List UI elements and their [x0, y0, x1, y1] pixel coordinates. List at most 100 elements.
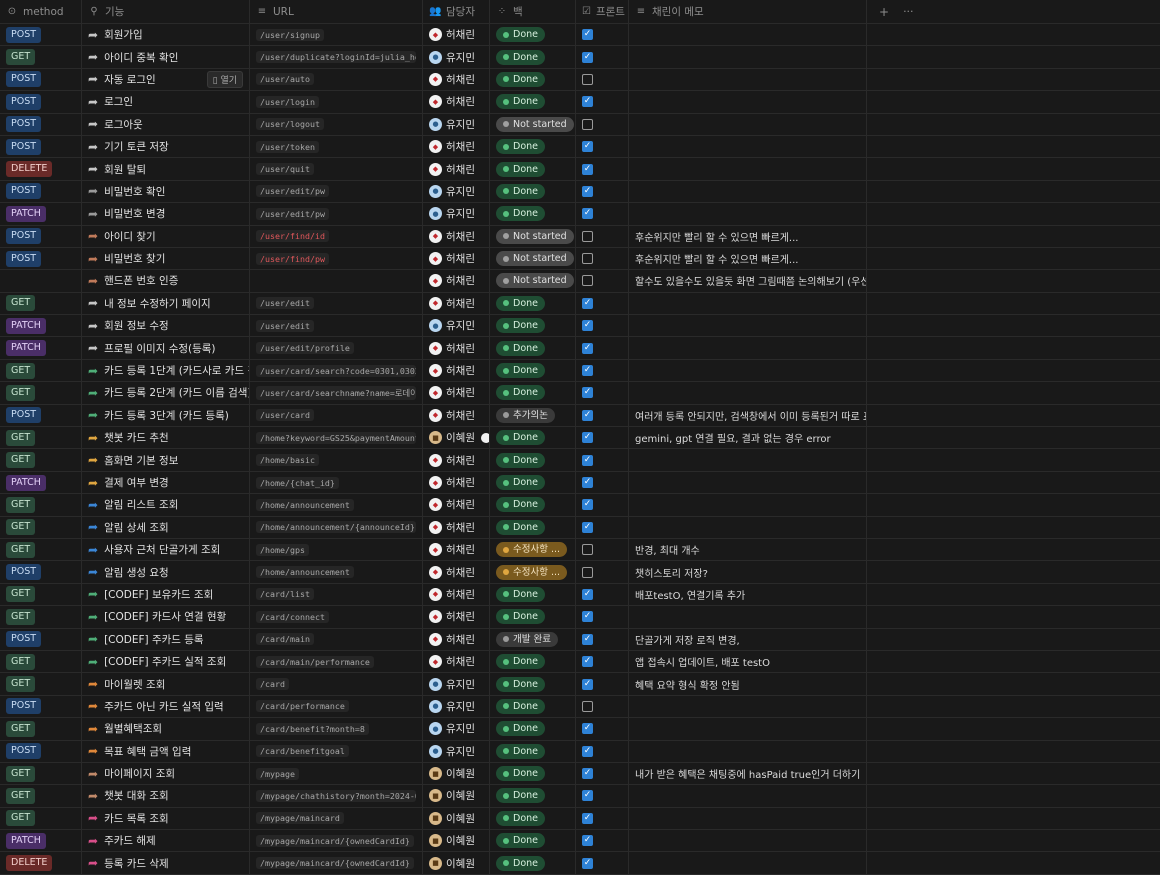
func-cell[interactable]: ➦ 핸드폰 번호 인증 [82, 270, 250, 292]
memo-cell[interactable] [629, 516, 867, 538]
memo-cell[interactable]: gemini, gpt 연결 필요, 결과 없는 경우 error [629, 427, 867, 449]
table-row[interactable]: ➦ 핸드폰 번호 인증 ◆ 허채린 Not started 할수도 있을수도 있… [0, 270, 1160, 293]
front-checkbox[interactable]: ✓ [582, 51, 593, 63]
owner-cell[interactable]: ◆ 허채린 [423, 24, 490, 46]
url-cell[interactable]: /user/auto [250, 68, 423, 91]
method-cell[interactable]: POST [0, 628, 82, 650]
func-cell[interactable]: ➦ 비밀번호 찾기 [82, 247, 250, 270]
table-row[interactable]: POST ➦ 로그아웃 /user/logout ● 유지민 Not start… [0, 113, 1160, 136]
func-cell[interactable]: ➦ 챗봇 대화 조회 [82, 785, 250, 807]
owner-cell[interactable]: ◆ 허채린 [423, 404, 490, 427]
front-checkbox[interactable] [582, 544, 593, 556]
owner-cell[interactable]: ◆ 허채린 [423, 628, 490, 650]
method-cell[interactable]: GET [0, 382, 82, 404]
status-cell[interactable]: Done [490, 673, 576, 695]
table-row[interactable]: POST ➦ 아이디 찾기 /user/find/id ◆ 허채린 Not st… [0, 225, 1160, 248]
owner-cell[interactable]: ◆ 허채린 [423, 606, 490, 628]
url-cell[interactable]: /user/edit [250, 292, 423, 315]
owner-cell[interactable]: ◆ 허채린 [423, 561, 490, 583]
func-cell[interactable]: ➦ 비밀번호 변경 [82, 203, 250, 225]
func-cell[interactable]: ➦ 아이디 중복 확인 [82, 46, 250, 68]
url-cell[interactable]: /user/card/searchname?name=로데이&code [250, 382, 423, 404]
func-cell[interactable]: ➦ 알림 생성 요청 [82, 561, 250, 583]
owner-cell[interactable]: ● 유지민 [423, 673, 490, 695]
table-row[interactable]: GET ➦ 카드 등록 2단계 (카드 이름 검색) /user/card/se… [0, 382, 1160, 405]
front-checkbox[interactable] [582, 253, 593, 265]
owner-cell[interactable]: ● 유지민 [423, 113, 490, 135]
status-cell[interactable]: Done [490, 46, 576, 68]
front-checkbox[interactable] [582, 275, 593, 287]
url-cell[interactable]: /mypage/maincard/{ownedCardId} [250, 830, 423, 852]
func-cell[interactable]: ➦ 로그아웃 [82, 113, 250, 135]
method-cell[interactable]: GET [0, 673, 82, 695]
table-row[interactable]: GET ➦ 카드 등록 1단계 (카드사로 카드 검색) /user/card/… [0, 359, 1160, 383]
owner-cell[interactable]: ◆ 허채린 [423, 225, 490, 247]
method-cell[interactable]: GET [0, 516, 82, 538]
memo-cell[interactable]: 후순위지만 빨리 할 수 있으면 빠르게... [629, 247, 867, 270]
func-cell[interactable]: ➦ 프로필 이미지 수정(등록) [82, 337, 250, 359]
owner-cell[interactable]: ◆ 허채린 [423, 292, 490, 315]
method-cell[interactable]: POST [0, 24, 82, 46]
front-checkbox[interactable]: ✓ [582, 342, 593, 354]
status-cell[interactable]: Done [490, 718, 576, 740]
memo-cell[interactable] [629, 113, 867, 135]
url-cell[interactable]: /user/token [250, 135, 423, 158]
memo-cell[interactable] [629, 24, 867, 46]
method-cell[interactable]: POST [0, 404, 82, 427]
table-row[interactable]: POST ➦ 카드 등록 3단계 (카드 등록) /user/card ◆ 허채… [0, 404, 1160, 428]
url-cell[interactable]: /card/benefit?month=8 [250, 718, 423, 740]
memo-cell[interactable]: 후순위지만 빨리 할 수 있으면 빠르게... [629, 225, 867, 247]
memo-cell[interactable] [629, 718, 867, 740]
front-checkbox[interactable]: ✓ [582, 745, 593, 757]
memo-cell[interactable]: 단골가게 저장 로직 변경, [629, 628, 867, 650]
status-cell[interactable]: Done [490, 24, 576, 46]
table-row[interactable]: GET ➦ 챗봇 카드 추천 /home?keyword=GS25&paymen… [0, 427, 1160, 450]
front-checkbox[interactable]: ✓ [582, 857, 593, 869]
column-header-memo[interactable]: ≡ 채린이 메모 [629, 0, 867, 23]
func-cell[interactable]: ➦ 알림 상세 조회 [82, 516, 250, 538]
table-row[interactable]: DELETE ➦ 등록 카드 삭제 /mypage/maincard/{owne… [0, 852, 1160, 875]
status-cell[interactable]: Done [490, 852, 576, 874]
method-cell[interactable]: POST [0, 135, 82, 158]
method-cell[interactable]: DELETE [0, 158, 82, 180]
func-cell[interactable]: ➦ 등록 카드 삭제 [82, 852, 250, 874]
method-cell[interactable]: GET [0, 718, 82, 740]
memo-cell[interactable] [629, 315, 867, 337]
url-cell[interactable]: /card/list [250, 583, 423, 606]
status-cell[interactable]: Done [490, 516, 576, 538]
front-checkbox[interactable]: ✓ [582, 29, 593, 41]
table-row[interactable]: GET ➦ 사용자 근처 단골가게 조회 /home/gps ◆ 허채린 수정사… [0, 538, 1160, 562]
method-cell[interactable]: POST [0, 695, 82, 718]
owner-cell[interactable]: ◆ 허채린 [423, 583, 490, 606]
url-cell[interactable]: /card/performance [250, 695, 423, 718]
table-row[interactable]: GET ➦ [CODEF] 카드사 연결 현황 /card/connect ◆ … [0, 606, 1160, 629]
owner-cell[interactable]: ◆ 허채린 [423, 270, 490, 292]
owner-cell[interactable]: ● 유지민 [423, 695, 490, 718]
owner-cell[interactable]: ■ 이혜원 [423, 807, 490, 830]
table-row[interactable]: PATCH ➦ 결제 여부 변경 /home/{chat_id} ◆ 허채린 D… [0, 471, 1160, 495]
status-cell[interactable]: Not started [490, 225, 576, 247]
status-cell[interactable]: Done [490, 583, 576, 606]
status-cell[interactable]: Done [490, 650, 576, 673]
func-cell[interactable]: ➦ 알림 리스트 조회 [82, 494, 250, 516]
owner-cell[interactable]: ◆ 허채린 [423, 247, 490, 270]
table-row[interactable]: GET ➦ 홈화면 기본 정보 /home/basic ◆ 허채린 Done ✓ [0, 449, 1160, 472]
table-row[interactable]: GET ➦ [CODEF] 주카드 실적 조회 /card/main/perfo… [0, 650, 1160, 674]
method-cell[interactable]: GET [0, 650, 82, 673]
status-cell[interactable]: Done [490, 494, 576, 516]
memo-cell[interactable] [629, 158, 867, 180]
url-cell[interactable]: /user/quit [250, 158, 423, 180]
table-row[interactable]: GET ➦ 알림 리스트 조회 /home/announcement ◆ 허채린… [0, 494, 1160, 517]
func-cell[interactable]: ➦ [CODEF] 보유카드 조회 [82, 583, 250, 606]
memo-cell[interactable] [629, 449, 867, 471]
func-cell[interactable]: ➦ 아이디 찾기 [82, 225, 250, 247]
front-checkbox[interactable] [582, 118, 593, 130]
method-cell[interactable]: GET [0, 785, 82, 807]
memo-cell[interactable]: 혜택 요약 형식 확정 안됨 [629, 673, 867, 695]
func-cell[interactable]: ➦ [CODEF] 주카드 실적 조회 [82, 650, 250, 673]
func-cell[interactable]: ➦ 내 정보 수정하기 페이지 [82, 292, 250, 315]
method-cell[interactable]: POST [0, 180, 82, 203]
table-row[interactable]: DELETE ➦ 회원 탈퇴 /user/quit ◆ 허채린 Done ✓ [0, 158, 1160, 181]
status-cell[interactable]: Done [490, 158, 576, 180]
front-checkbox[interactable] [582, 700, 593, 712]
